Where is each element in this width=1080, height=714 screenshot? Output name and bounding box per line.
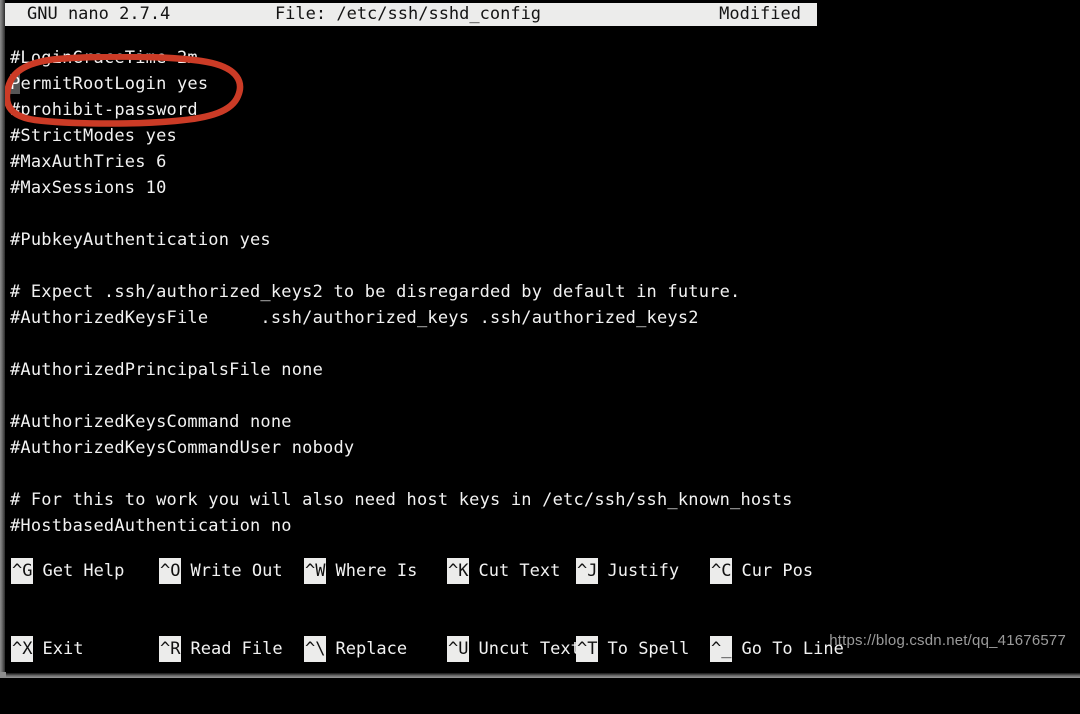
- editor-line[interactable]: #MaxAuthTries 6: [10, 149, 1070, 175]
- shortcut-item[interactable]: ^G Get Help: [11, 558, 159, 584]
- shortcut-label: Cut Text: [478, 561, 561, 581]
- shortcut-key-badge: ^\: [304, 636, 327, 662]
- shortcut-key-badge: ^W: [304, 558, 327, 584]
- shortcut-label: Where Is: [335, 561, 418, 581]
- nano-title-bar: GNU nano 2.7.4 File: /etc/ssh/sshd_confi…: [5, 3, 817, 26]
- window-bezel-corner: [0, 672, 6, 678]
- shortcut-label: Uncut Text: [478, 639, 581, 659]
- modified-status-label: Modified: [719, 4, 801, 24]
- editor-line[interactable]: #StrictModes yes: [10, 123, 1070, 149]
- shortcut-label: Get Help: [42, 561, 125, 581]
- shortcut-item[interactable]: ^W Where Is: [304, 558, 447, 584]
- editor-line[interactable]: PermitRootLogin yes: [10, 71, 1070, 97]
- nano-editor-screenshot: GNU nano 2.7.4 File: /etc/ssh/sshd_confi…: [0, 0, 1080, 678]
- shortcut-item[interactable]: ^C Cur Pos: [710, 558, 813, 584]
- shortcut-item[interactable]: ^J Justify: [576, 558, 710, 584]
- shortcut-key-badge: ^X: [11, 636, 34, 662]
- shortcut-key-badge: ^O: [159, 558, 182, 584]
- shortcut-item[interactable]: ^X Exit: [11, 636, 159, 662]
- shortcut-item[interactable]: ^O Write Out: [159, 558, 304, 584]
- shortcut-key-badge: ^C: [710, 558, 733, 584]
- shortcut-key-badge: ^_: [710, 636, 733, 662]
- editor-line-text: ermitRootLogin yes: [20, 74, 209, 94]
- shortcut-key-badge: ^U: [447, 636, 470, 662]
- editor-blank-line[interactable]: [10, 331, 1070, 357]
- watermark-url: https://blog.csdn.net/qq_41676577: [829, 632, 1066, 649]
- shortcut-item[interactable]: ^K Cut Text: [447, 558, 576, 584]
- editor-blank-line[interactable]: [10, 383, 1070, 409]
- editor-line[interactable]: #prohibit-password: [10, 97, 1070, 123]
- shortcut-key-badge: ^K: [447, 558, 470, 584]
- editor-line[interactable]: #AuthorizedKeysCommand none: [10, 409, 1070, 435]
- shortcut-label: Read File: [190, 639, 283, 659]
- window-bezel-bottom: [0, 673, 1080, 678]
- file-path-label: File: /etc/ssh/sshd_config: [274, 4, 542, 24]
- text-cursor: P: [10, 74, 21, 94]
- shortcut-label: Go To Line: [741, 639, 844, 659]
- shortcut-key-badge: ^T: [576, 636, 599, 662]
- shortcut-item[interactable]: ^U Uncut Text: [447, 636, 581, 662]
- shortcut-item[interactable]: ^\ Replace: [304, 636, 447, 662]
- editor-line[interactable]: #AuthorizedKeysFile .ssh/authorized_keys…: [10, 305, 1070, 331]
- editor-line[interactable]: #LoginGraceTime 2m: [10, 45, 1070, 71]
- shortcut-item[interactable]: ^T To Spell: [576, 636, 710, 662]
- shortcut-key-badge: ^J: [576, 558, 599, 584]
- shortcut-label: Exit: [42, 639, 84, 659]
- editor-line[interactable]: #AuthorizedPrincipalsFile none: [10, 357, 1070, 383]
- editor-blank-line[interactable]: [10, 201, 1070, 227]
- editor-blank-line[interactable]: [10, 461, 1070, 487]
- editor-line[interactable]: # Expect .ssh/authorized_keys2 to be dis…: [10, 279, 1070, 305]
- editor-line[interactable]: #MaxSessions 10: [10, 175, 1070, 201]
- shortcut-label: Justify: [607, 561, 680, 581]
- shortcut-row-1: ^G Get Help ^O Write Out ^W Where Is ^K Cut Tex…: [11, 558, 1071, 584]
- shortcut-item[interactable]: ^R Read File: [159, 636, 304, 662]
- shortcut-label: To Spell: [607, 639, 690, 659]
- shortcut-key-badge: ^G: [11, 558, 34, 584]
- editor-text-area[interactable]: #LoginGraceTime 2m PermitRootLogin yes #pr…: [10, 45, 1070, 539]
- shortcut-label: Replace: [335, 639, 408, 659]
- shortcut-label: Cur Pos: [741, 561, 814, 581]
- shortcut-label: Write Out: [190, 561, 283, 581]
- editor-line[interactable]: #PubkeyAuthentication yes: [10, 227, 1070, 253]
- terminal-surface: GNU nano 2.7.4 File: /etc/ssh/sshd_confi…: [3, 0, 1080, 673]
- shortcut-key-badge: ^R: [159, 636, 182, 662]
- nano-shortcut-bar: ^G Get Help ^O Write Out ^W Where Is ^K Cut Tex…: [11, 506, 1071, 714]
- editor-blank-line[interactable]: [10, 253, 1070, 279]
- shortcut-item[interactable]: ^_ Go To Line: [710, 636, 844, 662]
- editor-line[interactable]: #AuthorizedKeysCommandUser nobody: [10, 435, 1070, 461]
